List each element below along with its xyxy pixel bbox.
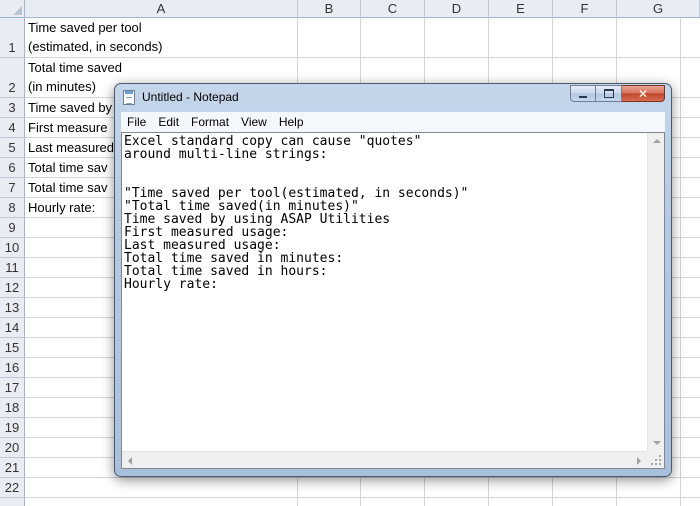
column-header-g[interactable]: G: [617, 0, 700, 18]
row-header-1[interactable]: 1: [0, 18, 25, 58]
cell-a1-line2[interactable]: (estimated, in seconds): [28, 37, 162, 57]
grip-dot: [655, 459, 657, 461]
row-header-18[interactable]: 18: [0, 398, 25, 418]
row-header-2[interactable]: 2: [0, 58, 25, 98]
gridline: [25, 477, 700, 478]
row-header-22[interactable]: 22: [0, 478, 25, 498]
notepad-window[interactable]: Untitled - Notepad ✕ File Edit Format Vi…: [114, 83, 672, 477]
text-content[interactable]: Excel standard copy can cause "quotes" a…: [124, 135, 646, 450]
row-header-partial: [0, 498, 25, 506]
scroll-down-icon[interactable]: [653, 441, 661, 445]
gridline: [25, 57, 700, 58]
column-header-b[interactable]: B: [298, 0, 361, 18]
column-header-f[interactable]: F: [553, 0, 617, 18]
cell-a8[interactable]: Hourly rate:: [28, 198, 95, 218]
row-header-3[interactable]: 3: [0, 98, 25, 118]
scroll-left-icon[interactable]: [128, 457, 132, 465]
grip-dot: [659, 463, 661, 465]
row-header-17[interactable]: 17: [0, 378, 25, 398]
menu-bar: File Edit Format View Help: [121, 112, 665, 133]
text-area[interactable]: Excel standard copy can cause "quotes" a…: [121, 132, 665, 469]
menu-view[interactable]: View: [235, 115, 273, 129]
row-header-13[interactable]: 13: [0, 298, 25, 318]
cell-a5[interactable]: Last measured: [28, 138, 114, 158]
gridline: [25, 497, 700, 498]
cell-a2-line1[interactable]: Total time saved: [28, 58, 122, 78]
menu-edit[interactable]: Edit: [152, 115, 185, 129]
row-header-15[interactable]: 15: [0, 338, 25, 358]
grip-dot: [659, 455, 661, 457]
scroll-up-icon[interactable]: [653, 139, 661, 143]
row-header-4[interactable]: 4: [0, 118, 25, 138]
column-header-e[interactable]: E: [489, 0, 553, 18]
column-header-c[interactable]: C: [361, 0, 425, 18]
cell-a4[interactable]: First measure: [28, 118, 107, 138]
notepad-icon[interactable]: [123, 90, 135, 105]
vertical-scrollbar[interactable]: [647, 133, 664, 451]
row-header-9[interactable]: 9: [0, 218, 25, 238]
maximize-icon: [603, 89, 614, 98]
column-header-a[interactable]: A: [25, 0, 298, 18]
close-icon: ✕: [637, 86, 649, 101]
cell-a2-line2[interactable]: (in minutes): [28, 77, 96, 97]
grip-dot: [655, 463, 657, 465]
grip-dot: [651, 463, 653, 465]
maximize-button[interactable]: [596, 85, 622, 102]
select-all-corner[interactable]: [0, 0, 25, 18]
row-header-8[interactable]: 8: [0, 198, 25, 218]
cell-a3[interactable]: Time saved by: [28, 98, 112, 118]
grip-dot: [659, 459, 661, 461]
row-header-12[interactable]: 12: [0, 278, 25, 298]
row-header-6[interactable]: 6: [0, 158, 25, 178]
column-header-d[interactable]: D: [425, 0, 489, 18]
scroll-right-icon[interactable]: [637, 457, 641, 465]
minimize-icon: [579, 95, 587, 98]
size-grip[interactable]: [647, 451, 664, 468]
row-header-14[interactable]: 14: [0, 318, 25, 338]
close-button[interactable]: ✕: [622, 85, 665, 102]
menu-file[interactable]: File: [121, 115, 152, 129]
cell-a6[interactable]: Total time sav: [28, 158, 107, 178]
row-header-20[interactable]: 20: [0, 438, 25, 458]
menu-format[interactable]: Format: [185, 115, 235, 129]
row-header-7[interactable]: 7: [0, 178, 25, 198]
row-header-5[interactable]: 5: [0, 138, 25, 158]
row-header-11[interactable]: 11: [0, 258, 25, 278]
row-header-16[interactable]: 16: [0, 358, 25, 378]
gridline: [680, 18, 681, 506]
row-header-10[interactable]: 10: [0, 238, 25, 258]
cell-a1-line1[interactable]: Time saved per tool: [28, 18, 142, 38]
row-header-21[interactable]: 21: [0, 458, 25, 478]
minimize-button[interactable]: [570, 85, 596, 102]
horizontal-scrollbar[interactable]: [122, 451, 647, 468]
row-header-19[interactable]: 19: [0, 418, 25, 438]
menu-help[interactable]: Help: [273, 115, 310, 129]
title-bar[interactable]: Untitled - Notepad ✕: [115, 84, 671, 111]
cell-a7[interactable]: Total time sav: [28, 178, 107, 198]
window-title: Untitled - Notepad: [142, 90, 239, 104]
caption-buttons: ✕: [570, 85, 665, 103]
